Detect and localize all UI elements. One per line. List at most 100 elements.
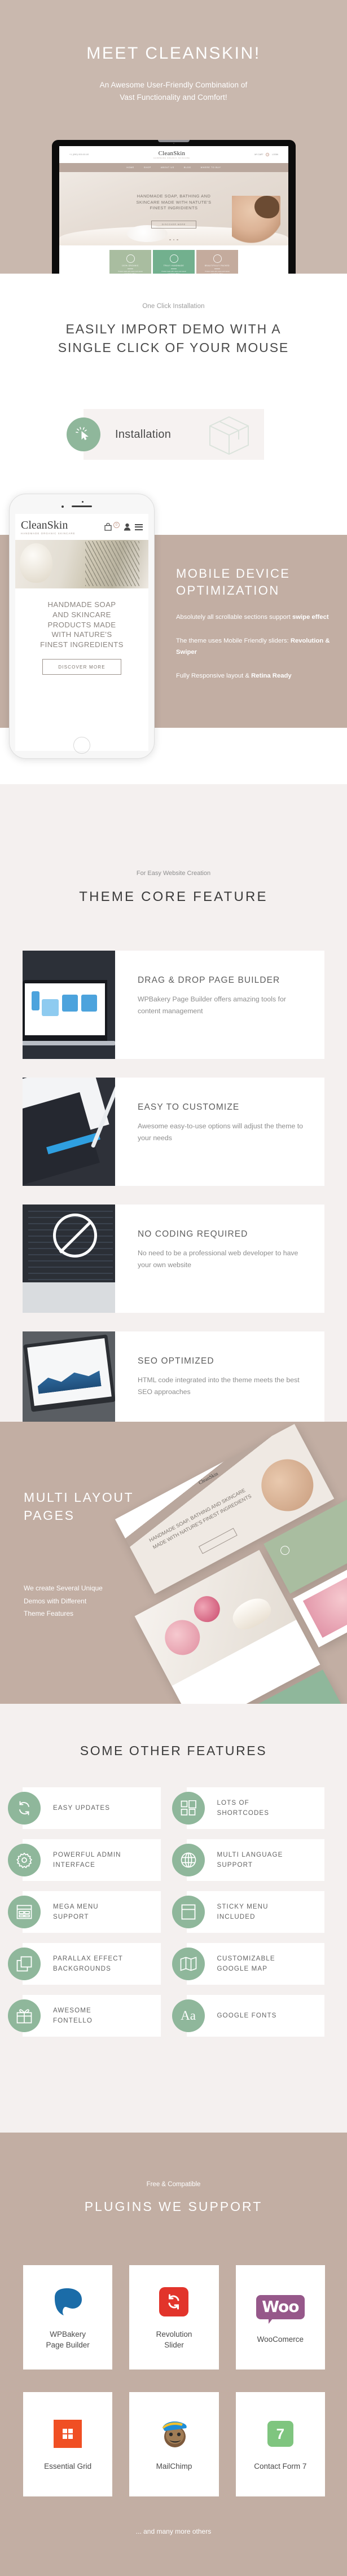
laptop-notch: [158, 140, 190, 142]
user-icon: [124, 523, 131, 531]
other-features-grid: EASY UPDATES LOTS OF SHORTCODES POWERFUL…: [8, 1787, 324, 2037]
phone-site-hero-text: HANDMADE SOAP AND SKINCARE PRODUCTS MADE…: [22, 600, 142, 650]
imac-code-thumb: [23, 1205, 115, 1313]
site-feature-cards: 100% ORGANIC Product made with nature an…: [59, 245, 288, 274]
hero-subtitle-line-2: Vast Functionality and Comfort!: [120, 93, 227, 102]
mobile-paragraph-3: Fully Responsive layout & Retina Ready: [176, 670, 343, 682]
plugin-card: Woo WooComerce: [235, 2265, 325, 2370]
site-login-label: LOGIN: [272, 153, 278, 156]
site-cart-area: MY CART 0 LOGIN: [254, 153, 278, 156]
site-hero-button: DISCOVER MORE: [151, 221, 196, 228]
site-hero-slider: HANDMADE SOAP, BATHING AND SKINCARE MADE…: [59, 172, 288, 245]
site-logo-text: CleanSkin: [158, 150, 186, 157]
core-feature-title: NO CODING REQUIRED: [138, 1229, 248, 1239]
aa-typography-icon: Aa: [172, 1999, 205, 2032]
hero-title: MEET CLEANSKIN!: [86, 44, 261, 63]
multi-paragraph: We create Several Unique Demos with Diff…: [24, 1582, 193, 1620]
phone-hero-line-1: HANDMADE SOAP: [47, 600, 116, 609]
other-feature-item: EASY UPDATES: [8, 1787, 161, 1829]
multi-paragraph-line-3: Theme Features: [24, 1609, 74, 1617]
contact-form-7-logo: 7: [267, 2416, 293, 2451]
other-feature-label: LOTS OF SHORTCODES: [217, 1799, 270, 1817]
other-features-section: SOME OTHER FEATURES EASY UPDATES LOTS OF…: [0, 1704, 347, 2133]
mobile-paragraph-1-plain: Absolutely all scrollable sections suppo…: [176, 613, 292, 621]
phone-site-photo: [15, 540, 148, 588]
refresh-icon: [8, 1792, 41, 1825]
core-feature-title: DRAG & DROP PAGE BUILDER: [138, 975, 280, 985]
phone-mockup: CleanSkin HANDMADE ORGANIC SKINCARE 0 HA…: [9, 494, 155, 759]
site-hero-text: HANDMADE SOAP, BATHING AND SKINCARE MADE…: [59, 194, 288, 212]
core-feature-item: SEO OPTIMIZED HTML code integrated into …: [23, 1331, 324, 1422]
install-heading-line-2: SINGLE CLICK OF YOUR MOUSE: [58, 340, 289, 355]
multi-heading-line-2: PAGES: [24, 1508, 75, 1523]
other-feature-label: EASY UPDATES: [53, 1804, 111, 1812]
other-feature-item: AWESOME FONTELLO: [8, 1995, 161, 2037]
installation-label: Installation: [115, 428, 172, 441]
phone-hero-line-3: PRODUCTS MADE: [47, 620, 116, 629]
box-outline-icon: [207, 414, 252, 456]
other-features-heading: SOME OTHER FEATURES: [80, 1743, 267, 1758]
core-feature-list: DRAG & DROP PAGE BUILDER WPBakery Page B…: [23, 951, 324, 1422]
phone-camera-icon: [62, 505, 64, 508]
phone-speaker: [72, 505, 92, 507]
other-feature-label: PARALLAX EFFECT BACKGROUNDS: [53, 1955, 123, 1972]
plugins-heading: PLUGINS WE SUPPORT: [84, 2199, 263, 2214]
soap-icon: [169, 254, 178, 263]
multi-heading-line-1: MULTI LAYOUT: [24, 1490, 134, 1505]
core-feature-body: DRAG & DROP PAGE BUILDER WPBakery Page B…: [115, 951, 324, 1059]
site-nav-item: ABOUT US: [160, 166, 174, 169]
install-eyebrow: One Click Installation: [142, 303, 205, 310]
hero-subtitle-line-1: An Awesome User-Friendly Combination of: [99, 81, 248, 89]
install-heading: EASILY IMPORT DEMO WITH A SINGLE CLICK O…: [0, 320, 347, 357]
site-nav-item: BLOG: [183, 166, 191, 169]
hero-subtitle: An Awesome User-Friendly Combination of …: [0, 79, 347, 104]
hamburger-menu-icon: [135, 522, 143, 531]
core-feature-item: EASY TO CUSTOMIZE Awesome easy-to-use op…: [23, 1078, 324, 1186]
site-feature-card-title: BEAUTIFULLY PACKED: [205, 264, 230, 267]
other-feature-label: POWERFUL ADMIN INTERFACE: [53, 1851, 121, 1869]
site-feature-card: BEAUTIFULLY PACKED Product made with nat…: [196, 250, 238, 274]
essential-grid-logo: [54, 2416, 82, 2451]
other-feature-item: PARALLAX EFFECT BACKGROUNDS: [8, 1943, 161, 1985]
plugins-footer-note: ... and many more others: [135, 2527, 212, 2535]
plugins-eyebrow: Free & Compatible: [146, 2181, 201, 2188]
sticky-window-icon: [172, 1896, 205, 1928]
core-feature-text: No need to be a professional web develop…: [138, 1249, 298, 1269]
hero-section: MEET CLEANSKIN! An Awesome User-Friendly…: [0, 0, 347, 274]
site-nav-item: WHERE TO BUY: [200, 166, 221, 169]
site-feature-card-title: TRULY HANDMADE: [163, 264, 185, 267]
gift-icon: [8, 1999, 41, 2032]
core-eyebrow: For Easy Website Creation: [136, 870, 211, 877]
plugin-card: WPBakery Page Builder: [23, 2265, 113, 2370]
core-feature-title: SEO OPTIMIZED: [138, 1356, 214, 1366]
revolution-slider-logo: [159, 2284, 189, 2319]
phone-hero-line-2: AND SKINCARE: [52, 610, 111, 619]
phone-site-logo-text: CleanSkin: [21, 519, 68, 531]
tablet-stylus-thumb: [23, 1078, 115, 1186]
laptop-widgets-thumb: [23, 951, 115, 1059]
core-feature-text: WPBakery Page Builder offers amazing too…: [138, 995, 286, 1016]
site-cart-label: MY CART: [254, 153, 263, 156]
layers-icon: [8, 1948, 41, 1980]
laptop-mockup: +1 (090) 000-00-00 CleanSkin HANDMADE OR…: [52, 140, 296, 274]
site-logo-tagline: HANDMADE ORGANIC SKINCARE: [153, 157, 190, 159]
leaf-icon: [126, 254, 135, 263]
phone-screen: CleanSkin HANDMADE ORGANIC SKINCARE 0 HA…: [15, 514, 148, 751]
menu-panel-icon: [8, 1896, 41, 1928]
mobile-paragraph-2: The theme uses Mobile Friendly sliders: …: [176, 635, 343, 658]
core-feature-title: EASY TO CUSTOMIZE: [138, 1102, 240, 1112]
site-nav-item: HOME: [126, 166, 134, 169]
box-icon: [213, 254, 222, 263]
other-feature-item: STICKY MENU INCLUDED: [172, 1891, 324, 1933]
other-feature-item: POWERFUL ADMIN INTERFACE: [8, 1839, 161, 1881]
plugin-name: Revolution Slider: [156, 2329, 192, 2349]
phone-hero-line-5: FINEST INGREDIENTS: [40, 640, 124, 649]
site-hero-line-3: FINEST INGRIDIENTS: [150, 205, 198, 211]
mobile-heading-line-1: MOBILE DEVICE: [176, 566, 291, 581]
core-feature-text: HTML code integrated into the theme meet…: [138, 1376, 300, 1396]
multi-layout-pages-section: CleanSkin HANDMADE SOAP, BATHING AND SKI…: [0, 1422, 347, 1704]
install-heading-line-1: EASILY IMPORT DEMO WITH A: [65, 322, 282, 336]
site-feature-card: 100% ORGANIC Product made with nature an…: [109, 250, 151, 274]
map-icon: [172, 1948, 205, 1980]
site-feature-card: TRULY HANDMADE Product made with nature …: [153, 250, 195, 274]
